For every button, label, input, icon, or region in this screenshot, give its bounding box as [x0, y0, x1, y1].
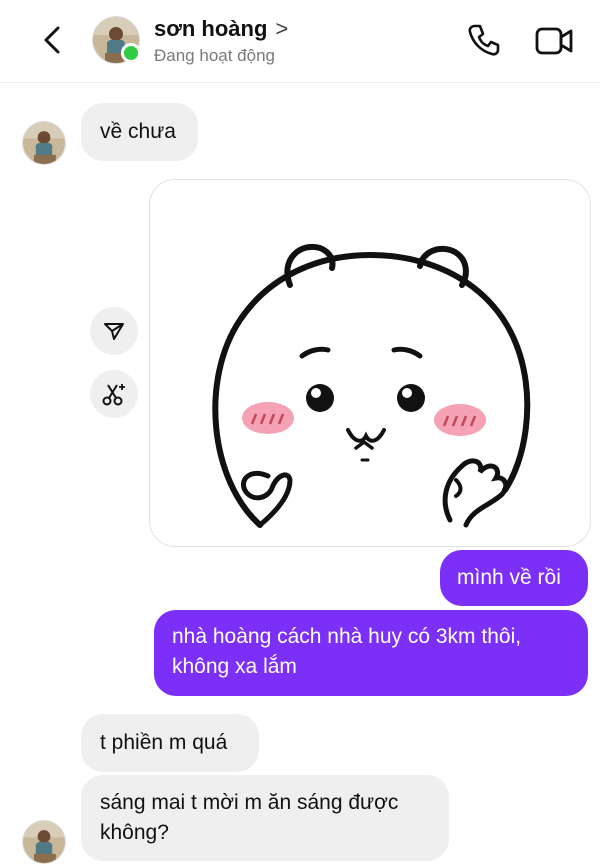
chat-header: sơn hoàng > Đang hoạt động — [0, 0, 600, 83]
message-bubble-outgoing[interactable]: nhà hoàng cách nhà huy có 3km thôi, khôn… — [154, 610, 588, 696]
contact-name[interactable]: sơn hoàng > — [154, 16, 288, 42]
back-chevron-icon[interactable] — [36, 22, 70, 58]
phone-icon[interactable] — [466, 22, 502, 58]
avatar-photo — [23, 821, 65, 863]
contact-avatar[interactable] — [92, 16, 141, 64]
sticker-message[interactable] — [149, 179, 591, 547]
message-bubble-incoming[interactable]: sáng mai t mời m ăn sáng được không? — [81, 775, 449, 861]
video-camera-icon[interactable] — [534, 24, 574, 58]
sender-avatar[interactable] — [22, 121, 66, 165]
sender-avatar[interactable] — [22, 820, 66, 864]
message-bubble-incoming[interactable]: t phiền m quá — [81, 714, 259, 772]
online-status-dot — [121, 43, 141, 63]
scissors-sparkle-icon — [102, 384, 125, 406]
avatar-photo — [23, 122, 65, 164]
cutout-button[interactable] — [90, 370, 138, 418]
contact-status: Đang hoạt động — [154, 46, 275, 65]
message-bubble-incoming[interactable]: về chưa — [81, 103, 198, 161]
forward-button[interactable] — [90, 307, 138, 355]
chevron-right-icon: > — [275, 16, 289, 41]
message-bubble-outgoing[interactable]: mình về rồi — [440, 550, 588, 606]
contact-name-label: sơn hoàng — [154, 16, 268, 41]
send-icon — [104, 323, 124, 340]
white-bear-sticker — [212, 243, 531, 528]
